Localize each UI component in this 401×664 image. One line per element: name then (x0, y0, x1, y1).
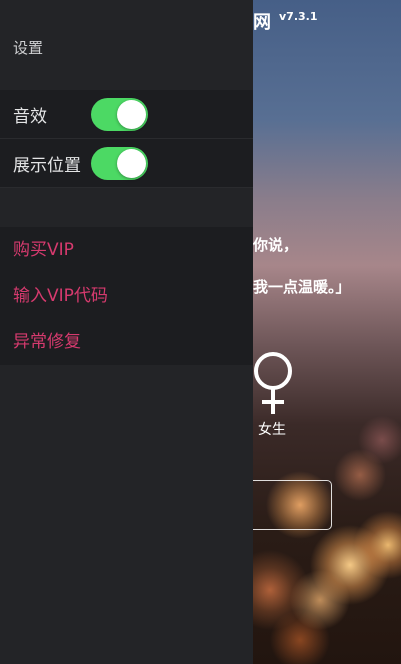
toggle-knob (117, 149, 146, 178)
message-line-1: 你说， (253, 236, 299, 254)
message-line-2: 我一点温暖。」 (253, 278, 351, 296)
menu-item-repair[interactable]: 异常修复 (0, 319, 253, 365)
menu-item-enter-vip-code[interactable]: 输入VIP代码 (0, 273, 253, 319)
drawer-title: 设置 (13, 39, 44, 57)
menu-item-buy-vip[interactable]: 购买VIP (0, 227, 253, 273)
toggle-knob (117, 100, 146, 129)
female-symbol-icon[interactable] (252, 350, 294, 416)
setting-row-sound: 音效 (0, 90, 253, 139)
section-divider (0, 188, 253, 227)
app-version: v7.3.1 (279, 10, 318, 23)
setting-label-location: 展示位置 (13, 156, 81, 176)
setting-label-sound: 音效 (13, 107, 47, 127)
settings-drawer: 设置 音效 展示位置 购买VIP 输入VIP代码 异常修复 (0, 0, 253, 664)
vip-menu: 购买VIP 输入VIP代码 异常修复 (0, 227, 253, 365)
settings-list: 音效 展示位置 (0, 90, 253, 188)
sound-toggle[interactable] (91, 98, 148, 131)
setting-row-location: 展示位置 (0, 139, 253, 188)
gender-label-female[interactable]: 女生 (258, 419, 286, 439)
location-toggle[interactable] (91, 147, 148, 180)
app-title-fragment: 网 (253, 12, 271, 33)
